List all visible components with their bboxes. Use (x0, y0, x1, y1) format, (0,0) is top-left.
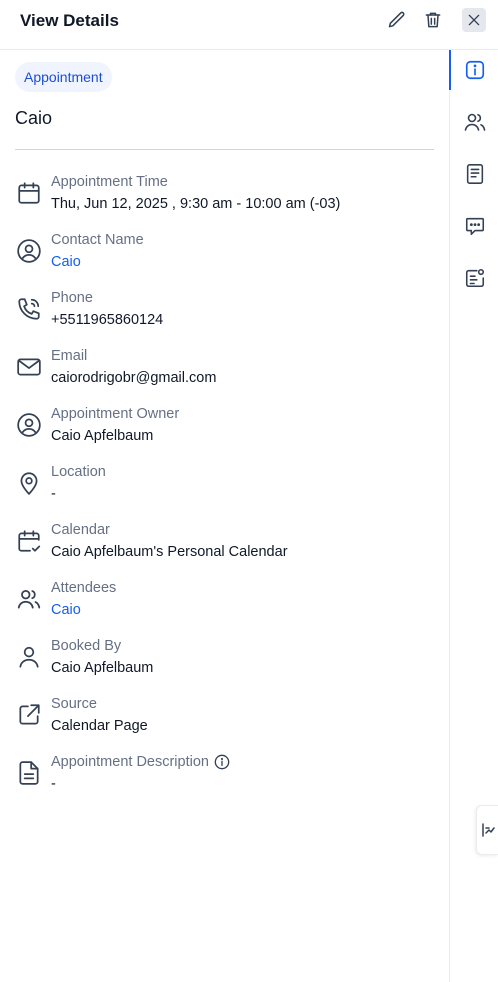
contact-card-icon (465, 268, 484, 288)
divider (15, 149, 434, 150)
detail-label: Appointment Time (51, 174, 168, 190)
detail-value: caiorodrigobr@gmail.com (51, 370, 217, 386)
collapse-icon (481, 823, 495, 837)
detail-row-appointment-owner: Appointment Owner Caio Apfelbaum (15, 404, 435, 462)
detail-value: Calendar Page (51, 718, 148, 734)
collapse-panel-toggle[interactable] (476, 805, 498, 855)
rail-tab-details[interactable] (449, 50, 498, 90)
detail-row-location: Location - (15, 462, 435, 520)
detail-row-attendees: Attendees Caio (15, 578, 435, 636)
detail-label: Phone (51, 290, 93, 306)
rail-tab-contact[interactable] (450, 258, 498, 298)
calendar-check-icon (15, 527, 43, 555)
mail-icon (15, 353, 43, 381)
detail-label-text: Appointment Description (51, 754, 209, 770)
users-icon (15, 585, 43, 613)
info-icon[interactable] (214, 754, 230, 770)
location-pin-icon (15, 469, 43, 497)
rail-tab-notes[interactable] (450, 154, 498, 194)
edit-button[interactable] (385, 8, 409, 32)
chat-icon (465, 217, 484, 236)
user-circle-icon (15, 411, 43, 439)
detail-value: Caio Apfelbaum's Personal Calendar (51, 544, 288, 560)
document-icon (15, 759, 43, 787)
detail-label: Appointment Owner (51, 406, 180, 422)
detail-row-calendar: Calendar Caio Apfelbaum's Personal Calen… (15, 520, 435, 578)
detail-label: Location (51, 464, 106, 480)
detail-label: Attendees (51, 580, 117, 596)
detail-value: Caio Apfelbaum (51, 660, 154, 676)
rail-tab-conversations[interactable] (450, 206, 498, 246)
phone-icon (15, 295, 43, 323)
detail-label: Appointment Description (51, 752, 230, 772)
detail-value: - (51, 776, 56, 792)
detail-value: - (51, 486, 56, 502)
appointment-badge: Appointment (15, 62, 112, 92)
panel-header: View Details (0, 0, 498, 50)
detail-row-booked-by: Booked By Caio Apfelbaum (15, 636, 435, 694)
attendee-link[interactable]: Caio (51, 600, 81, 620)
detail-value: Caio Apfelbaum (51, 428, 154, 444)
info-icon (465, 60, 484, 80)
contact-title: Caio (15, 108, 53, 128)
notes-icon (466, 164, 483, 184)
details-panel: Appointment Caio Appointment Time Thu, J… (0, 50, 449, 982)
detail-label: Booked By (51, 638, 122, 654)
calendar-icon (15, 179, 43, 207)
detail-label: Email (51, 348, 88, 364)
user-icon (15, 643, 43, 671)
detail-row-phone: Phone +5511965860124 (15, 288, 435, 346)
user-circle-icon (15, 237, 43, 265)
close-button[interactable] (462, 8, 486, 32)
contact-name-link[interactable]: Caio (51, 252, 81, 272)
detail-row-email: Email caiorodrigobr@gmail.com (15, 346, 435, 404)
detail-label: Contact Name (51, 232, 144, 248)
external-link-icon (15, 701, 43, 729)
detail-value: +5511965860124 (51, 312, 164, 328)
pencil-icon (388, 11, 405, 28)
detail-value: Thu, Jun 12, 2025 , 9:30 am - 10:00 am (… (51, 196, 341, 212)
detail-row-contact-name: Contact Name Caio (15, 230, 435, 288)
trash-icon (425, 12, 441, 28)
detail-label: Source (51, 696, 97, 712)
delete-button[interactable] (421, 8, 445, 32)
users-icon (464, 113, 485, 131)
detail-row-appointment-time: Appointment Time Thu, Jun 12, 2025 , 9:3… (15, 172, 435, 230)
detail-row-source: Source Calendar Page (15, 694, 435, 752)
rail-tab-attendees[interactable] (450, 102, 498, 142)
panel-title: View Details (20, 11, 119, 30)
close-icon (468, 14, 480, 26)
detail-label: Calendar (51, 522, 110, 538)
details-list: Appointment Time Thu, Jun 12, 2025 , 9:3… (15, 172, 435, 810)
detail-row-appointment-description: Appointment Description - (15, 752, 435, 810)
